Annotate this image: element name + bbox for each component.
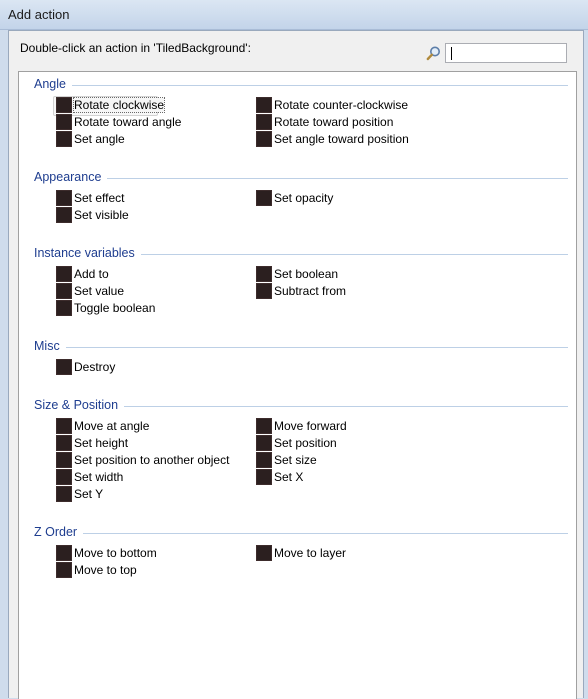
category-divider <box>34 178 568 179</box>
action-icon <box>256 131 272 147</box>
category-divider <box>34 347 568 348</box>
text-caret <box>451 47 452 60</box>
action-label: Add to <box>74 267 109 281</box>
category-label: Misc <box>34 339 66 353</box>
category-misc: Misc <box>34 339 568 357</box>
action-icon <box>256 452 272 468</box>
action-label: Set angle <box>74 132 125 146</box>
action-icon <box>56 283 72 299</box>
action-label: Set value <box>74 284 125 298</box>
action-label: Rotate clockwise <box>72 97 166 113</box>
action-icon <box>56 207 72 223</box>
action-icon <box>256 545 272 561</box>
action-icon <box>56 97 72 113</box>
category-size-position: Size & Position <box>34 398 568 416</box>
action-icon <box>56 300 72 316</box>
action-icon <box>256 283 272 299</box>
action-icon <box>56 190 72 206</box>
action-icon <box>56 418 72 434</box>
action-label: Set height <box>74 436 129 450</box>
action-label: Subtract from <box>274 284 347 298</box>
category-label: Instance variables <box>34 246 141 260</box>
category-z-order: Z Order <box>34 525 568 543</box>
action-label: Set effect <box>74 191 125 205</box>
category-label: Appearance <box>34 170 108 184</box>
action-icon <box>56 486 72 502</box>
action-icon <box>56 114 72 130</box>
action-icon <box>56 266 72 282</box>
search-input[interactable] <box>445 43 567 63</box>
category-divider <box>34 85 568 86</box>
action-label: Rotate toward angle <box>74 115 182 129</box>
action-label: Set X <box>274 470 304 484</box>
action-label: Set size <box>274 453 317 467</box>
action-icon <box>56 562 72 578</box>
category-label: Z Order <box>34 525 84 539</box>
action-icon <box>256 435 272 451</box>
action-label: Rotate counter-clockwise <box>274 98 409 112</box>
action-label: Rotate toward position <box>274 115 394 129</box>
action-label: Set position <box>274 436 337 450</box>
action-label: Move to top <box>74 563 137 577</box>
category-angle: Angle <box>34 77 568 95</box>
action-icon <box>256 190 272 206</box>
action-label: Set opacity <box>274 191 334 205</box>
category-divider <box>34 533 568 534</box>
action-list[interactable]: Angle Rotate clockwise Rotate counter-cloc… <box>18 71 577 699</box>
action-label: Move to layer <box>274 546 347 560</box>
action-icon <box>56 469 72 485</box>
category-appearance: Appearance <box>34 170 568 188</box>
action-label: Set visible <box>74 208 129 222</box>
action-label: Set Y <box>74 487 104 501</box>
action-label: Set angle toward position <box>274 132 409 146</box>
action-icon <box>256 266 272 282</box>
instruction-label: Double-click an action in 'TiledBackgrou… <box>20 41 251 55</box>
title-bar: Add action <box>0 0 588 30</box>
action-icon <box>56 435 72 451</box>
action-icon <box>56 545 72 561</box>
action-icon <box>256 418 272 434</box>
search-icon <box>426 46 440 61</box>
category-instance-variables: Instance variables <box>34 246 568 264</box>
action-label: Move to bottom <box>74 546 157 560</box>
action-label: Toggle boolean <box>74 301 156 315</box>
action-icon <box>56 131 72 147</box>
action-label: Set width <box>74 470 124 484</box>
action-icon <box>256 114 272 130</box>
action-label: Move at angle <box>74 419 150 433</box>
action-label: Set boolean <box>274 267 339 281</box>
action-icon <box>256 97 272 113</box>
category-label: Size & Position <box>34 398 125 412</box>
dialog-body: Double-click an action in 'TiledBackgrou… <box>8 30 584 699</box>
action-label: Destroy <box>74 360 116 374</box>
action-label: Set position to another object <box>74 453 230 467</box>
action-icon <box>256 469 272 485</box>
action-icon <box>56 452 72 468</box>
action-icon <box>56 359 72 375</box>
action-label: Move forward <box>274 419 347 433</box>
window-title: Add action <box>8 7 70 22</box>
category-label: Angle <box>34 77 72 91</box>
